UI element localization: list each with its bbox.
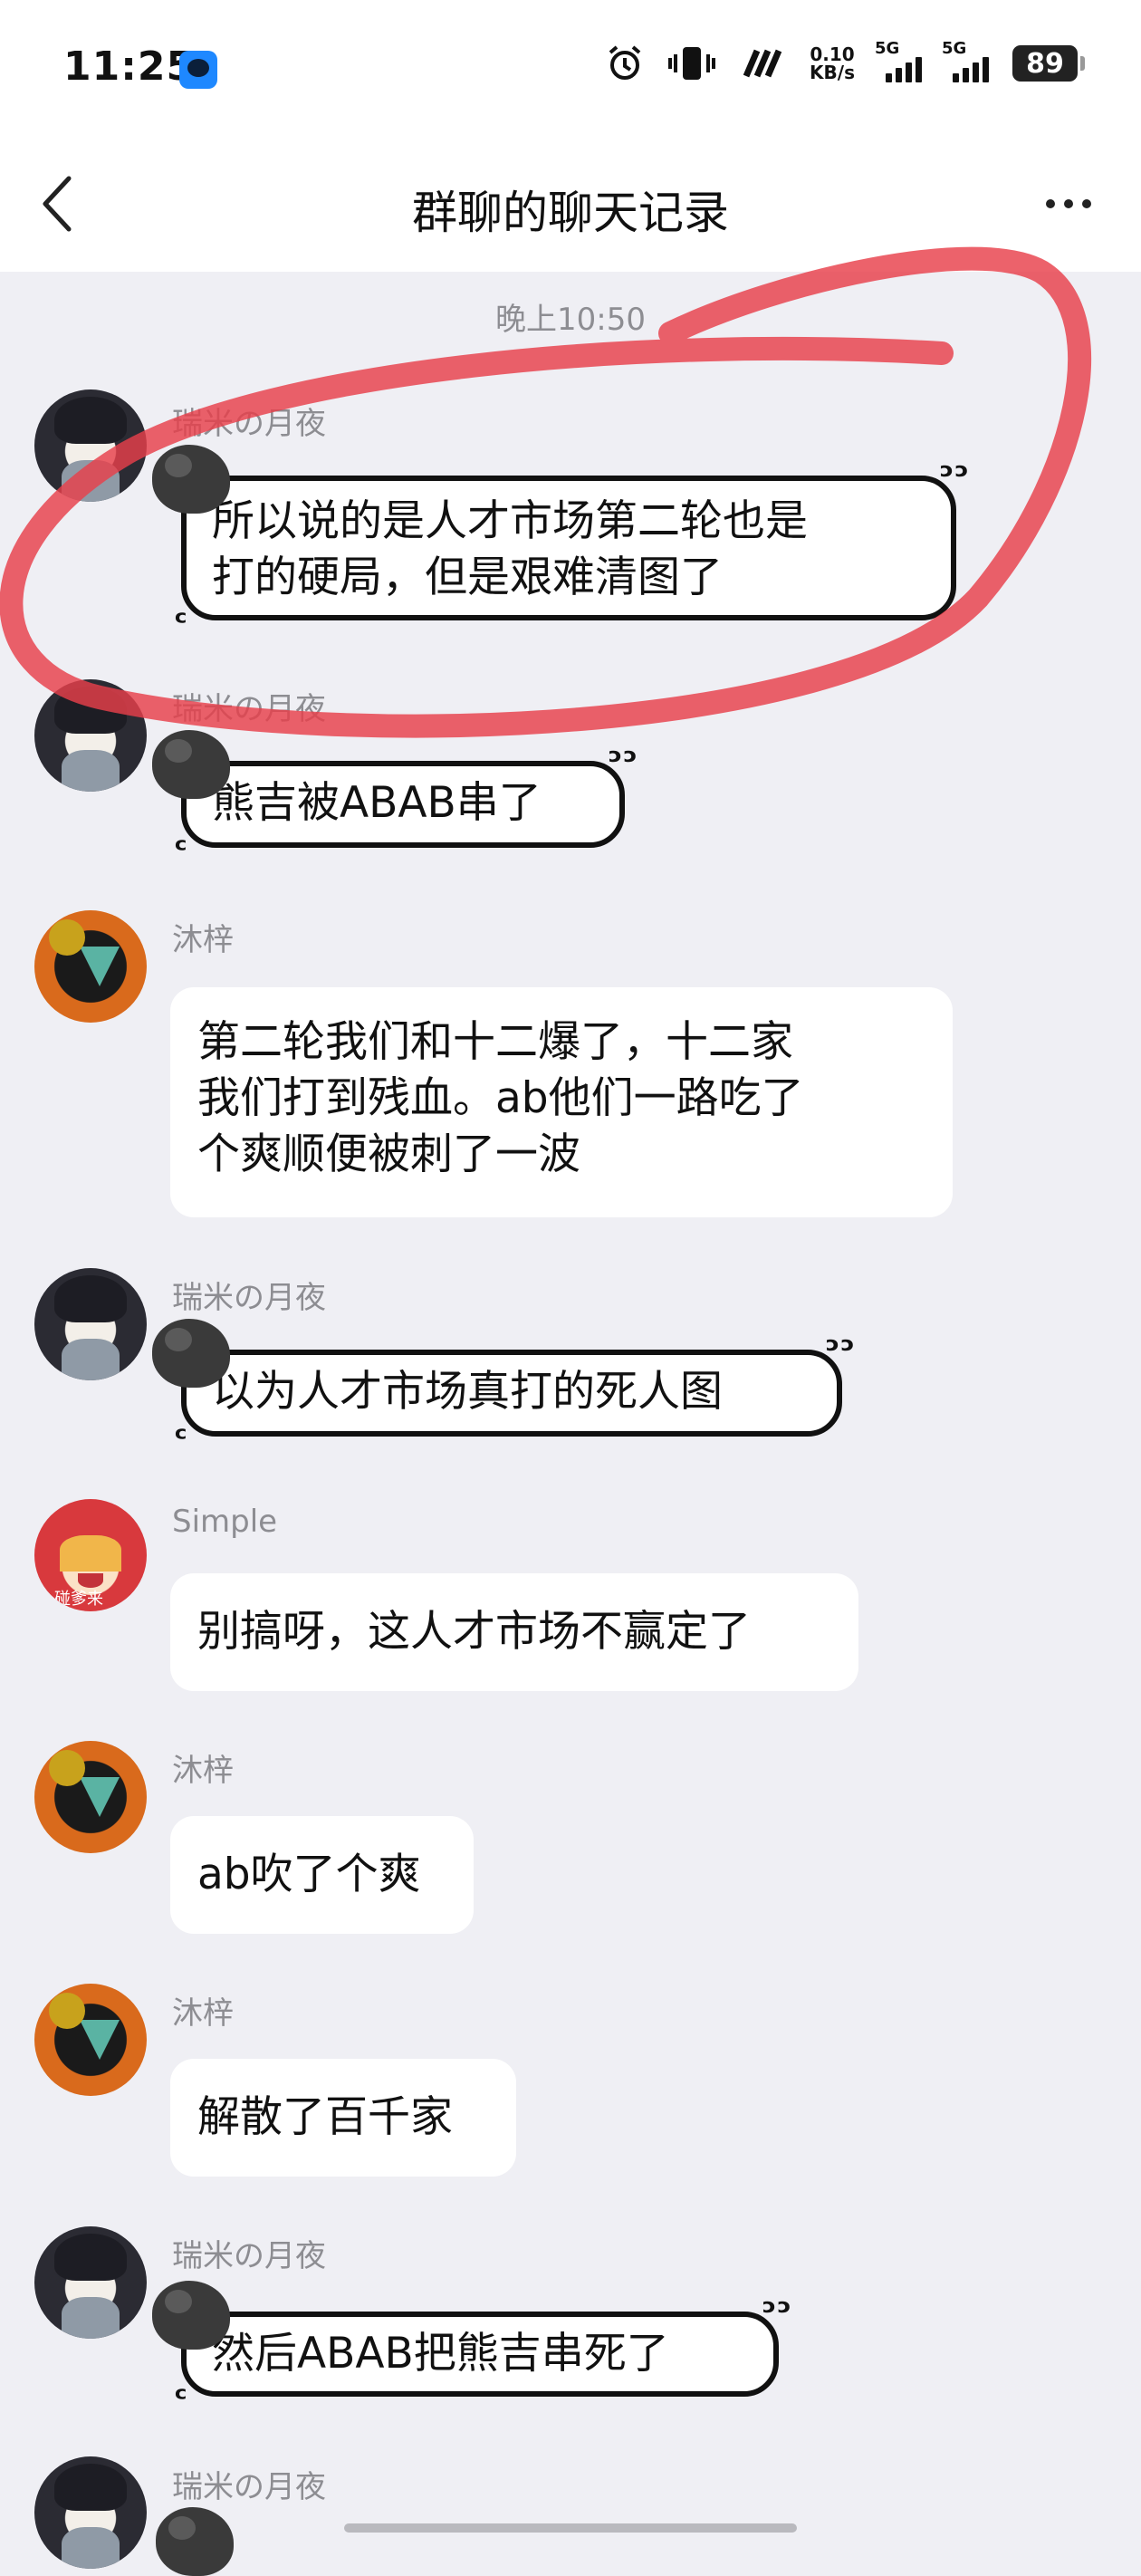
avatar[interactable] [34,389,147,502]
signal-sim2: 5G [942,39,989,82]
sender-name: 瑞米の月夜 [172,691,326,727]
sim2-label: 5G [942,39,967,58]
sender-name: 沐梓 [172,1753,234,1789]
message-text-line: 然后ABAB把熊吉串死了 [212,2329,669,2379]
message-bubble[interactable]: 解散了百千家 [170,2059,516,2177]
message-bubble[interactable]: ᵓᵓ ᶜ 然后ABAB把熊吉串死了 [152,2281,791,2417]
avatar[interactable] [34,679,147,792]
avatar[interactable] [34,2456,147,2569]
bubble-decoration [152,445,230,514]
message-bubble[interactable]: ab吹了个爽 [170,1816,474,1934]
sender-name: 瑞米の月夜 [172,2238,326,2274]
status-time: 11:25 [63,43,196,90]
bubble-decoration [156,2507,234,2576]
home-indicator[interactable] [344,2523,797,2533]
sim1-label: 5G [875,39,900,58]
message-text-line: 解散了百千家 [197,2092,453,2142]
message-bubble[interactable]: 第二轮我们和十二爆了，十二家 我们打到残血。ab他们一路吃了 个爽顺便被刺了一波 [170,987,953,1217]
bubble-curl-decoration: ᵓᵓ [938,456,969,497]
avatar[interactable] [34,1268,147,1380]
battery-icon: 89 [1012,45,1085,82]
bubble-curl-decoration: ᵓᵓ [824,1330,855,1371]
sender-name: 沐梓 [172,1995,234,2032]
sender-name: 沐梓 [172,922,234,958]
net-speed-unit: KB/s [810,62,855,83]
bubble-tail-decoration: ᶜ [174,1420,187,1457]
net-speed: 0.10 KB/s [810,45,855,82]
message-bubble[interactable]: ᵓᵓ ᶜ 熊吉被ABAB串了 [152,730,638,869]
battery-level: 89 [1026,47,1064,80]
bubble-curl-decoration: ᵓᵓ [607,741,638,783]
sender-name: 瑞米の月夜 [172,406,326,442]
bubble-decoration [152,1319,230,1388]
message-text-line: 打的硬局，但是艰难清图了 [212,553,723,602]
page-title: 群聊的聊天记录 [412,187,729,239]
avatar[interactable] [34,1741,147,1853]
more-dot [1082,199,1091,208]
message-text-line: 以为人才市场真打的死人图 [212,1367,723,1417]
avatar[interactable] [34,2226,147,2339]
bubble-decoration [152,2281,230,2350]
message-bubble[interactable]: 别搞呀，这人才市场不赢定了 [170,1573,858,1691]
avatar[interactable] [34,910,147,1023]
sender-name: 瑞米の月夜 [172,1280,326,1316]
status-icons: 0.10 KB/s 5G 5G 89 [605,39,1085,83]
message-text-line: 所以说的是人才市场第二轮也是 [212,496,808,546]
message-bubble[interactable]: ᵓᵓ ᶜ 以为人才市场真打的死人图 [152,1319,855,1457]
nav-bar: 群聊的聊天记录 [0,136,1141,272]
avatar[interactable] [34,1984,147,2096]
message-text-line: 熊吉被ABAB串了 [212,778,542,828]
signal-sim1: 5G [875,39,922,82]
message-text-line: 我们打到残血。ab他们一路吃了 [197,1073,804,1123]
more-dot [1064,199,1073,208]
more-options-button[interactable] [1032,172,1105,235]
bubble-tail-decoration: ᶜ [174,2380,187,2417]
alarm-icon [605,43,645,83]
bubble-curl-decoration: ᵓᵓ [761,2292,791,2333]
bubble-tail-decoration: ᶜ [174,604,187,641]
message-bubble[interactable]: ᵓᵓ ᶜ 所以说的是人才市场第二轮也是 打的硬局，但是艰难清图了 [152,445,969,641]
net-speed-value: 0.10 [810,43,855,65]
sender-name: Simple [172,1504,278,1540]
status-bar: 11:25 0.10 KB/s 5G 5G 89 [0,0,1141,136]
app-notification-icon [179,51,217,89]
nfc-icon [739,47,786,80]
time-divider: 晚上10:50 [495,302,646,338]
bubble-decoration [152,730,230,799]
avatar-watermark: 碰爹来 [54,1590,103,1609]
message-text-line: 别搞呀，这人才市场不赢定了 [197,1607,751,1657]
avatar[interactable]: 碰爹来 [34,1499,147,1611]
message-text-line: 个爽顺便被刺了一波 [197,1129,580,1179]
more-dots-icon [1046,199,1055,208]
bubble-tail-decoration: ᶜ [174,831,187,869]
message-text-line: 第二轮我们和十二爆了，十二家 [197,1017,793,1067]
sender-name: 瑞米の月夜 [172,2469,326,2505]
vibrate-icon [668,43,716,83]
message-text-line: ab吹了个爽 [197,1850,421,1899]
